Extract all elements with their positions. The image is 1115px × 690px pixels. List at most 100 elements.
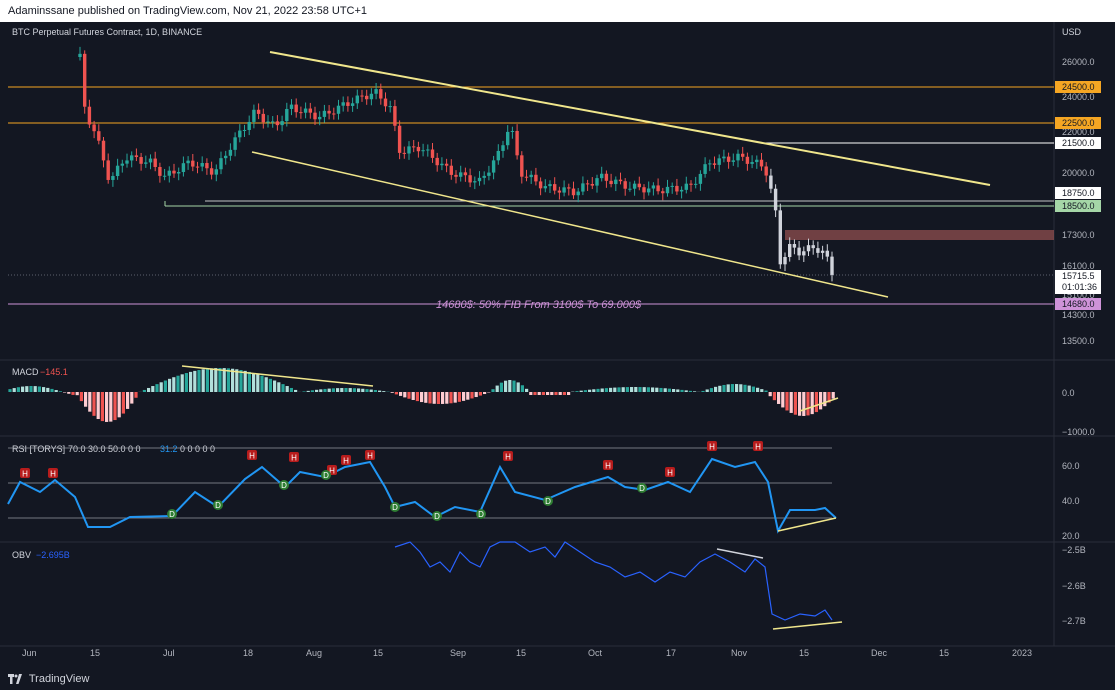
- candle-body: [440, 163, 444, 166]
- candle-body: [811, 245, 815, 249]
- rsi-low-marker-label: D: [434, 512, 440, 521]
- macd-bar: [541, 392, 545, 395]
- macd-bar: [520, 385, 524, 392]
- macd-bar: [243, 370, 247, 392]
- candle-body: [670, 185, 674, 187]
- macd-bar: [529, 392, 533, 395]
- macd-bar: [344, 388, 348, 392]
- macd-bar: [546, 392, 550, 395]
- candle-body: [529, 174, 533, 178]
- macd-bar: [105, 392, 109, 422]
- resistance-zone[interactable]: [785, 230, 1054, 240]
- candle-body: [665, 186, 670, 194]
- macd-bar: [764, 390, 768, 392]
- candle-body: [299, 112, 303, 114]
- rsi-params: 70.0 30.0 50.0 0 0: [68, 444, 141, 454]
- macd-bar: [428, 392, 432, 404]
- macd-bar: [365, 389, 369, 392]
- candle-body: [567, 187, 571, 189]
- candle-body: [642, 187, 646, 193]
- macd-bar: [235, 369, 239, 392]
- candle-body: [562, 187, 566, 193]
- candle-body: [600, 173, 604, 179]
- macd-bar: [54, 390, 58, 392]
- candle-body: [78, 53, 82, 57]
- rsi-high-marker-label: H: [291, 454, 297, 463]
- macd-bar: [357, 388, 361, 392]
- time-tick: Jul: [163, 648, 175, 658]
- fib-annotation[interactable]: 14680$: 50% FIB From 3100$ To 69.000$: [436, 299, 642, 311]
- macd-bar: [121, 392, 125, 414]
- candle-body: [167, 170, 171, 176]
- macd-bar: [8, 389, 12, 392]
- macd-bar: [550, 392, 554, 395]
- candle-body: [430, 149, 435, 158]
- macd-bar: [352, 388, 356, 392]
- candle-body: [313, 112, 317, 120]
- price-tick: 26000.0: [1062, 57, 1095, 67]
- rsi-low-marker-label: D: [392, 503, 398, 512]
- macd-bar: [218, 368, 222, 392]
- candle-body: [421, 150, 425, 152]
- macd-bar: [735, 384, 739, 392]
- candle-body: [661, 191, 665, 194]
- macd-bar: [151, 386, 155, 392]
- tradingview-logo-icon[interactable]: [8, 674, 22, 685]
- candle-body: [153, 158, 157, 167]
- candle-body: [745, 156, 750, 164]
- rsi-value: 31.2: [160, 444, 178, 454]
- candle-body: [271, 121, 275, 123]
- macd-bar: [117, 392, 121, 418]
- candle-body: [233, 137, 237, 150]
- macd-bar: [793, 392, 797, 415]
- candle-body: [322, 110, 327, 117]
- time-tick: 15: [373, 648, 383, 658]
- candle-body: [228, 149, 233, 156]
- macd-bar: [373, 390, 377, 392]
- macd-bar: [781, 392, 785, 408]
- candle-body: [280, 121, 284, 126]
- macd-bar: [285, 386, 289, 392]
- macd-title: MACD: [12, 367, 39, 377]
- candle-body: [134, 155, 139, 158]
- candle-body: [383, 98, 388, 107]
- macd-bar: [239, 370, 243, 392]
- macd-bar: [499, 382, 503, 392]
- rsi-title: RSI [TORYS]: [12, 444, 65, 454]
- candle-body: [238, 130, 242, 138]
- macd-bar: [88, 392, 92, 412]
- candle-body: [708, 163, 712, 165]
- macd-bar: [390, 392, 394, 393]
- macd-bar: [315, 389, 319, 392]
- candle-body: [261, 113, 265, 123]
- time-tick: 15: [90, 648, 100, 658]
- macd-bar: [79, 392, 83, 402]
- candle-body: [252, 109, 256, 122]
- candle-body: [172, 170, 176, 174]
- candle-body: [195, 166, 200, 168]
- price-tick: 13500.0: [1062, 336, 1095, 346]
- rsi-high-marker-label: H: [667, 469, 673, 478]
- macd-bar: [222, 368, 226, 392]
- candle-body: [87, 106, 92, 125]
- candle-body: [802, 251, 806, 256]
- macd-bar: [672, 389, 676, 392]
- candle-body: [397, 125, 402, 153]
- macd-bar: [814, 392, 818, 413]
- rsi-high-marker-label: H: [249, 452, 255, 461]
- macd-bar: [655, 387, 659, 392]
- macd-bar: [29, 386, 33, 392]
- candle-body: [350, 103, 355, 106]
- chart-canvas[interactable]: BTC Perpetual Futures Contract, 1D, BINA…: [0, 22, 1115, 668]
- candle-body: [242, 129, 247, 131]
- macd-bar: [252, 373, 256, 392]
- rsi-params-tail: 0 0 0 0 0: [180, 444, 215, 454]
- candle-body: [144, 162, 148, 164]
- macd-bar: [726, 384, 730, 392]
- macd-bar: [336, 388, 340, 392]
- macd-bar: [491, 389, 495, 392]
- candle-body: [557, 190, 562, 193]
- macd-bar: [613, 387, 617, 392]
- macd-bar: [516, 382, 520, 392]
- macd-bar: [705, 389, 709, 392]
